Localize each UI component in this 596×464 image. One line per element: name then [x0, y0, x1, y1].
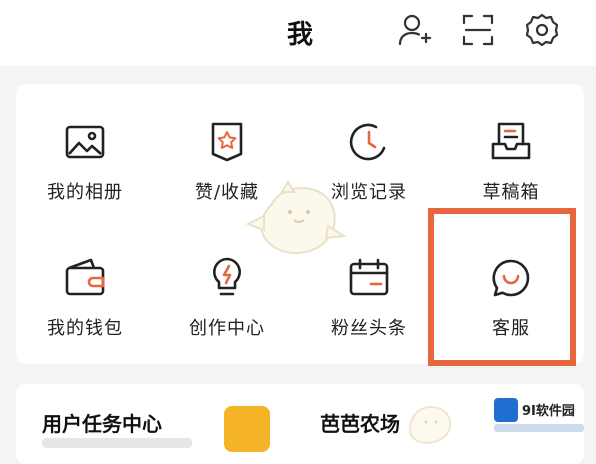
album-icon [61, 118, 109, 166]
like-collect-icon [203, 118, 251, 166]
mascot-watermark-icon [408, 406, 452, 444]
site-watermark-url [494, 424, 584, 432]
add-user-icon[interactable] [396, 12, 432, 48]
grid-item-drafts[interactable]: 草稿箱 [442, 118, 580, 204]
grid-item-wallet[interactable]: 我的钱包 [16, 254, 154, 340]
mascot-watermark-icon [245, 180, 347, 255]
fans-headline-icon [345, 254, 393, 302]
wallet-icon [61, 254, 109, 302]
grid-item-label: 我的钱包 [47, 318, 123, 339]
page-title: 我 [286, 20, 313, 50]
grid-item-label: 草稿箱 [482, 182, 540, 203]
drafts-icon [487, 118, 535, 166]
highlight-box [428, 208, 576, 366]
grid-item-label: 粉丝头条 [331, 318, 407, 339]
site-watermark-text: 9I软件园 [522, 404, 575, 419]
grid-item-album[interactable]: 我的相册 [16, 118, 154, 204]
grid-item-label: 我的相册 [47, 182, 123, 203]
site-logo-icon [494, 398, 518, 422]
top-header: 我 [0, 0, 596, 66]
task-badge-icon [224, 406, 270, 452]
scan-icon[interactable] [460, 12, 496, 48]
user-task-center-title[interactable]: 用户任务中心 [42, 408, 162, 437]
farm-title[interactable]: 芭芭农场 [320, 408, 400, 437]
site-watermark: 9I软件园 [494, 396, 586, 436]
user-task-center-subtitle [42, 438, 192, 448]
grid-item-label: 创作中心 [189, 318, 265, 339]
history-icon [345, 118, 393, 166]
settings-icon[interactable] [524, 12, 560, 48]
